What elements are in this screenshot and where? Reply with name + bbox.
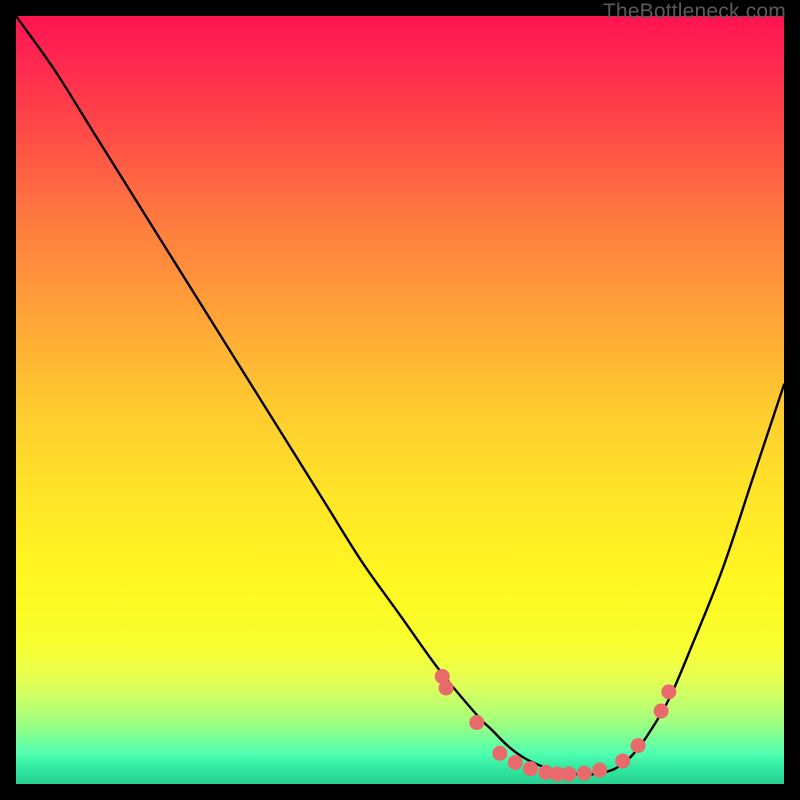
marker-point [523, 761, 538, 776]
marker-point [508, 755, 523, 770]
marker-point [469, 715, 484, 730]
marker-point [654, 704, 669, 719]
marker-point [592, 763, 607, 778]
marker-point [492, 746, 507, 761]
curve-layer [16, 16, 784, 784]
highlight-markers [435, 669, 677, 782]
marker-point [577, 766, 592, 781]
chart-plot-area [16, 16, 784, 784]
watermark-text: TheBottleneck.com [603, 0, 786, 24]
marker-point [561, 767, 576, 782]
marker-point [439, 681, 454, 696]
marker-point [631, 738, 646, 753]
bottleneck-curve [16, 16, 784, 775]
marker-point [661, 684, 676, 699]
marker-point [615, 753, 630, 768]
